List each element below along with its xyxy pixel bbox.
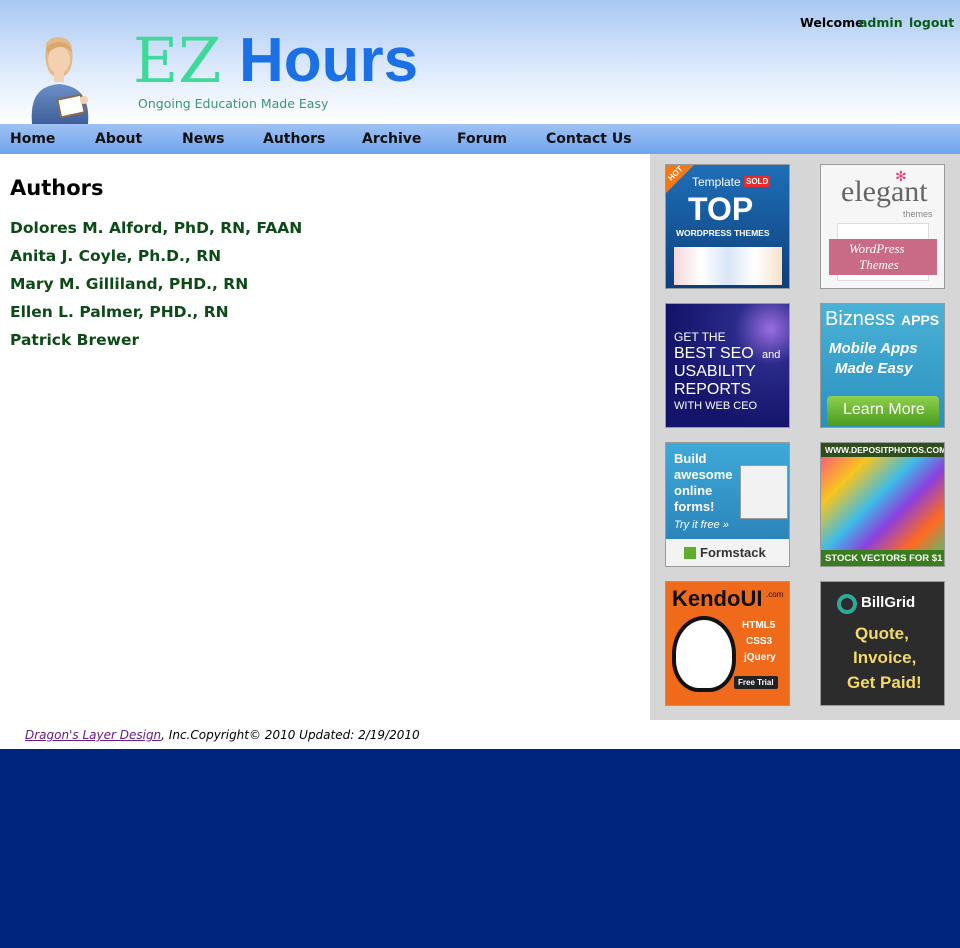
nav-contact-us[interactable]: Contact Us (546, 131, 632, 147)
main-content: Authors Dolores M. Alford, PhD, RN, FAAN… (0, 154, 650, 720)
ad-billgrid[interactable]: BillGrid Quote, Invoice, Get Paid! (820, 581, 945, 706)
author-link[interactable]: Anita J. Coyle, Ph.D., RN (10, 247, 221, 265)
welcome-label: Welcome (800, 15, 864, 30)
welcome-username: admin (859, 15, 903, 30)
site-footer: Dragon's Layer Design, Inc.Copyright© 20… (0, 720, 960, 749)
ad-line: jQuery (744, 652, 776, 663)
ad-url: WWW.DEPOSITPHOTOS.COM (825, 445, 945, 455)
ad-line: Try it free » (674, 519, 729, 531)
ad-line: Get Paid! (847, 673, 922, 692)
ad-sidebar: HOT Template SOLD TOP WORDPRESS THEMES e… (650, 154, 960, 720)
ad-bizness-apps[interactable]: Bizness APPS Mobile Apps Made Easy Learn… (820, 303, 945, 428)
ad-ribbon-text: Themes (859, 257, 899, 272)
ad-brand: Template (692, 175, 741, 189)
logo-ez-text: EZ (133, 24, 222, 97)
ad-formstack[interactable]: Build awesome online forms! Try it free … (665, 442, 790, 567)
ad-line: and (762, 349, 781, 361)
nav-forum[interactable]: Forum (457, 131, 507, 147)
ad-brand: Bizness (825, 308, 896, 330)
ad-line: Mobile Apps (829, 340, 918, 357)
author-link[interactable]: Patrick Brewer (10, 331, 139, 349)
logo-hours-text: Hours (239, 26, 419, 95)
ad-depositphotos[interactable]: WWW.DEPOSITPHOTOS.COM STOCK VECTORS FOR … (820, 442, 945, 567)
nurse-photo (31, 37, 89, 124)
ad-line: online (674, 483, 713, 498)
ad-cta-text: Learn More (843, 401, 925, 418)
ad-brand: KendoUI (672, 586, 763, 611)
footer-copyright-text: , Inc.Copyright© 2010 Updated: 2/19/2010 (161, 728, 420, 742)
monitor-icon (740, 465, 788, 519)
site-header: EZ Hours Ongoing Education Made Easy Wel… (0, 0, 960, 124)
ad-line: Invoice, (853, 648, 917, 667)
ad-line: Made Easy (835, 360, 913, 377)
ad-brand: elegant (841, 175, 928, 208)
ad-kendoui[interactable]: KendoUI .com HTML5 CSS3 jQuery Free Tria… (665, 581, 790, 706)
nav-authors[interactable]: Authors (263, 131, 325, 147)
billgrid-logo-icon (837, 594, 857, 614)
author-link[interactable]: Ellen L. Palmer, PHD., RN (10, 303, 229, 321)
ad-template-sold[interactable]: HOT Template SOLD TOP WORDPRESS THEMES (665, 164, 790, 289)
ad-brand-sub: themes (903, 209, 933, 219)
ad-line: BEST SEO (674, 345, 754, 362)
ad-line: forms! (674, 499, 715, 514)
ad-line: GET THE (674, 330, 726, 344)
site-tagline: Ongoing Education Made Easy (138, 96, 329, 111)
page-title: Authors (10, 176, 104, 200)
ad-sold-tag: SOLD (744, 176, 771, 187)
footer-copyright: Dragon's Layer Design, Inc.Copyright© 20… (25, 728, 420, 742)
nav-home[interactable]: Home (10, 131, 55, 147)
ad-brand: APPS (901, 312, 940, 328)
ad-line: CSS3 (746, 636, 773, 647)
ad-brand-suffix: .com (766, 590, 784, 599)
ad-line: WITH WEB CEO (674, 400, 758, 412)
author-link[interactable]: Mary M. Gilliland, PHD., RN (10, 275, 248, 293)
ad-line: awesome (674, 467, 733, 482)
ad-ribbon-text: WordPress (849, 241, 905, 256)
ad-web-ceo[interactable]: GET THE BEST SEO and USABILITY REPORTS W… (665, 303, 790, 428)
logout-link[interactable]: logout (909, 15, 954, 30)
nav-archive[interactable]: Archive (362, 131, 421, 147)
ad-line: Build (674, 451, 707, 466)
ad-tagline: STOCK VECTORS FOR $1 (825, 553, 943, 564)
flower-icon: ✻ (895, 168, 907, 184)
ad-theme-thumbnails (674, 247, 782, 285)
ad-line: Quote, (855, 624, 909, 643)
ad-brand: Formstack (700, 545, 766, 560)
free-trial-button[interactable]: Free Trial (734, 676, 778, 689)
kendo-mask-icon (672, 616, 736, 692)
formstack-logo-icon (684, 547, 696, 559)
footer-designer-link[interactable]: Dragon's Layer Design (25, 728, 161, 742)
nav-about[interactable]: About (95, 131, 142, 147)
main-nav: Home About News Authors Archive Forum Co… (0, 124, 960, 154)
ad-headline: TOP (688, 191, 754, 227)
ad-line: HTML5 (742, 620, 776, 631)
ad-line: REPORTS (674, 381, 752, 398)
ad-line: USABILITY (674, 363, 756, 380)
nav-news[interactable]: News (182, 131, 224, 147)
author-link[interactable]: Dolores M. Alford, PhD, RN, FAAN (10, 219, 302, 237)
ad-elegant-themes[interactable]: elegant themes ✻ WordPress Themes (820, 164, 945, 289)
ad-subline: WORDPRESS THEMES (676, 228, 770, 238)
ad-brand: BillGrid (861, 594, 916, 611)
